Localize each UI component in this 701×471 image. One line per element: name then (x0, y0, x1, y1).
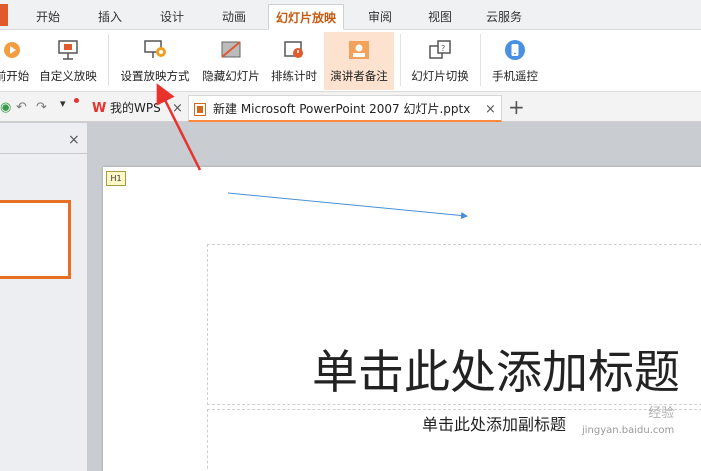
tab-insert[interactable]: 插入 (86, 4, 134, 30)
hide-slide-button[interactable]: 隐藏幻灯片 (198, 32, 264, 90)
phone-remote-icon (505, 40, 525, 60)
customize-toolbar-icon[interactable]: ▾ (60, 97, 66, 110)
ribbon-separator (108, 34, 109, 86)
undo-icon[interactable]: ↶ (16, 100, 27, 115)
tab-active-document[interactable]: 新建 Microsoft PowerPoint 2007 幻灯片.pptx × (188, 95, 502, 122)
tab-review[interactable]: 审阅 (356, 4, 404, 30)
ribbon-button-label: 自定义放映 (39, 69, 97, 83)
wps-logo-icon: W (92, 101, 107, 116)
tab-design[interactable]: 设计 (148, 4, 196, 30)
play-from-current-button[interactable]: 前开始 (0, 32, 32, 90)
ribbon-button-label: 隐藏幻灯片 (202, 69, 260, 83)
notification-dot-icon (74, 98, 79, 103)
setup-show-icon (144, 40, 166, 58)
tab-slideshow[interactable]: 幻灯片放映 (268, 4, 344, 30)
tab-view[interactable]: 视图 (416, 4, 464, 30)
menu-bar: 开始 插入 设计 动画 幻灯片放映 审阅 视图 云服务 (0, 0, 701, 30)
ribbon-button-label: 手机遥控 (492, 69, 538, 83)
hide-slide-icon (221, 41, 241, 58)
document-tab-bar: ◉ ↶ ↷ ▾ W 我的WPS × 新建 Microsoft PowerPoin… (0, 92, 701, 122)
ribbon-separator (480, 34, 481, 86)
heading-badge: H1 (106, 171, 126, 186)
custom-show-icon (58, 40, 78, 60)
svg-text:?: ? (441, 44, 445, 53)
redo-icon[interactable]: ↷ (36, 100, 47, 115)
rehearse-timing-icon (284, 41, 303, 58)
speaker-notes-icon (349, 41, 369, 59)
tab-animation[interactable]: 动画 (210, 4, 258, 30)
ribbon-button-label: 排练计时 (271, 69, 317, 83)
custom-show-button[interactable]: 自定义放映 (36, 32, 100, 90)
tab-label: 新建 Microsoft PowerPoint 2007 幻灯片.pptx (213, 102, 471, 116)
slide-transition-icon: ? (429, 40, 451, 59)
ribbon-button-label: 设置放映方式 (120, 69, 190, 83)
slide-transition-button[interactable]: ? 幻灯片切换 (406, 32, 474, 90)
new-tab-button[interactable]: + (508, 96, 525, 118)
pptx-file-icon (194, 103, 206, 116)
tab-cloud[interactable]: 云服务 (476, 4, 532, 30)
pane-divider (0, 153, 88, 154)
tab-my-wps[interactable]: W 我的WPS × (88, 95, 186, 122)
ribbon-button-label: 幻灯片切换 (411, 69, 469, 83)
slide-thumbnail[interactable] (0, 200, 71, 279)
setup-show-button[interactable]: 设置放映方式 (116, 32, 194, 90)
tab-home[interactable]: 开始 (24, 4, 72, 30)
save-icon[interactable]: ◉ (0, 100, 11, 115)
ribbon-separator (400, 34, 401, 86)
thumbnail-pane (0, 123, 88, 471)
close-icon[interactable]: × (485, 96, 496, 123)
ribbon-button-label: 演讲者备注 (330, 69, 388, 83)
title-placeholder-text: 单击此处添加标题 (312, 345, 680, 399)
close-pane-icon[interactable]: × (68, 133, 80, 147)
watermark-url: jingyan.baidu.com (582, 425, 675, 436)
subtitle-placeholder-text: 单击此处添加副标题 (422, 415, 567, 434)
watermark-text: 经验 (648, 406, 675, 421)
tab-label: 我的WPS (110, 101, 161, 115)
phone-remote-button[interactable]: 手机遥控 (486, 32, 544, 90)
app-menu-corner[interactable] (0, 4, 8, 26)
ribbon-button-label: 前开始 (0, 69, 30, 83)
speaker-notes-button[interactable]: 演讲者备注 (324, 32, 394, 90)
rehearse-timing-button[interactable]: 排练计时 (266, 32, 322, 90)
watermark: 经验 jingyan.baidu.com (582, 405, 674, 439)
close-icon[interactable]: × (172, 95, 183, 122)
play-from-current-icon (4, 42, 20, 58)
ribbon: 前开始 自定义放映 设置放映方式 隐藏幻灯片 排练计时 演讲者备注 ? 幻灯片切… (0, 30, 701, 92)
